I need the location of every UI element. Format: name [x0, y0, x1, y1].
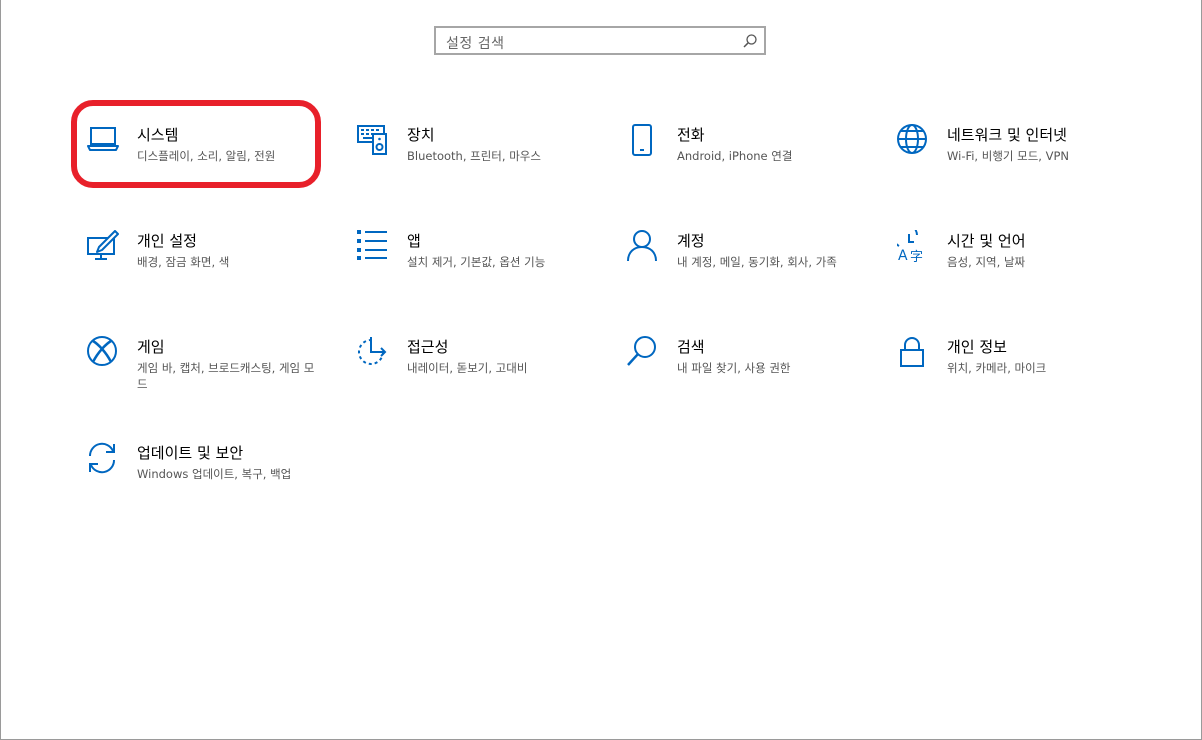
tile-title: 네트워크 및 인터넷: [947, 126, 1067, 144]
time-language-icon: A字: [897, 230, 929, 264]
tile-network[interactable]: 네트워크 및 인터넷 Wi-Fi, 비행기 모드, VPN: [897, 124, 1147, 194]
tile-system[interactable]: 시스템 디스플레이, 소리, 알림, 전원: [87, 124, 337, 194]
lock-icon: [897, 336, 929, 370]
update-icon: [87, 442, 119, 476]
tile-accounts[interactable]: 계정 내 계정, 메일, 동기화, 회사, 가족: [627, 230, 877, 300]
tile-description: 내 파일 찾기, 사용 권한: [677, 361, 791, 375]
tile-title: 시간 및 언어: [947, 232, 1026, 250]
tile-title: 업데이트 및 보안: [137, 444, 244, 462]
personalization-icon: [87, 230, 119, 264]
tile-title: 게임: [137, 338, 165, 356]
phone-icon: [627, 124, 659, 158]
apps-list-icon: [357, 230, 389, 264]
tile-ease-of-access[interactable]: 접근성 내레이터, 돋보기, 고대비: [357, 336, 607, 406]
tile-phone[interactable]: 전화 Android, iPhone 연결: [627, 124, 877, 194]
tile-title: 시스템: [137, 126, 179, 144]
tile-title: 앱: [407, 232, 421, 250]
search-input[interactable]: 설정 검색: [434, 26, 766, 55]
tile-description: Windows 업데이트, 복구, 백업: [137, 467, 292, 481]
tile-gaming[interactable]: 게임 게임 바, 캡처, 브로드캐스팅, 게임 모드: [87, 336, 337, 406]
tile-description: 디스플레이, 소리, 알림, 전원: [137, 149, 276, 163]
globe-icon: [897, 124, 929, 158]
tile-privacy[interactable]: 개인 정보 위치, 카메라, 마이크: [897, 336, 1147, 406]
svg-text:A: A: [898, 248, 908, 264]
search-icon[interactable]: [742, 33, 758, 49]
tile-description: 내레이터, 돋보기, 고대비: [407, 361, 528, 375]
tile-time-language[interactable]: A字 시간 및 언어 음성, 지역, 날짜: [897, 230, 1147, 300]
tile-title: 검색: [677, 338, 705, 356]
devices-icon: [357, 124, 389, 158]
tile-search[interactable]: 검색 내 파일 찾기, 사용 권한: [627, 336, 877, 406]
search-placeholder: 설정 검색: [446, 36, 505, 52]
tile-description: 위치, 카메라, 마이크: [947, 361, 1047, 375]
tile-description: Bluetooth, 프린터, 마우스: [407, 149, 541, 163]
tile-description: 내 계정, 메일, 동기화, 회사, 가족: [677, 255, 837, 269]
tile-update-security[interactable]: 업데이트 및 보안 Windows 업데이트, 복구, 백업: [87, 442, 337, 512]
tile-devices[interactable]: 장치 Bluetooth, 프린터, 마우스: [357, 124, 607, 194]
tile-description: 게임 바, 캡처, 브로드캐스팅, 게임 모드: [137, 361, 315, 391]
tile-title: 개인 정보: [947, 338, 1007, 356]
tile-apps[interactable]: 앱 설치 제거, 기본값, 옵션 기능: [357, 230, 607, 300]
tile-description: 음성, 지역, 날짜: [947, 255, 1026, 269]
laptop-icon: [87, 124, 119, 158]
tile-description: 배경, 잠금 화면, 색: [137, 255, 230, 269]
ease-of-access-icon: [357, 336, 389, 370]
tile-title: 개인 설정: [137, 232, 197, 250]
tile-description: Android, iPhone 연결: [677, 149, 793, 163]
tile-title: 장치: [407, 126, 435, 144]
xbox-icon: [87, 336, 119, 370]
tile-title: 전화: [677, 126, 705, 144]
tile-title: 계정: [677, 232, 705, 250]
svg-text:字: 字: [910, 250, 923, 264]
tile-title: 접근성: [407, 338, 449, 356]
tile-description: Wi-Fi, 비행기 모드, VPN: [947, 149, 1070, 163]
tile-description: 설치 제거, 기본값, 옵션 기능: [407, 255, 546, 269]
tile-personalization[interactable]: 개인 설정 배경, 잠금 화면, 색: [87, 230, 337, 300]
magnifier-icon: [627, 336, 659, 370]
person-icon: [627, 230, 659, 264]
